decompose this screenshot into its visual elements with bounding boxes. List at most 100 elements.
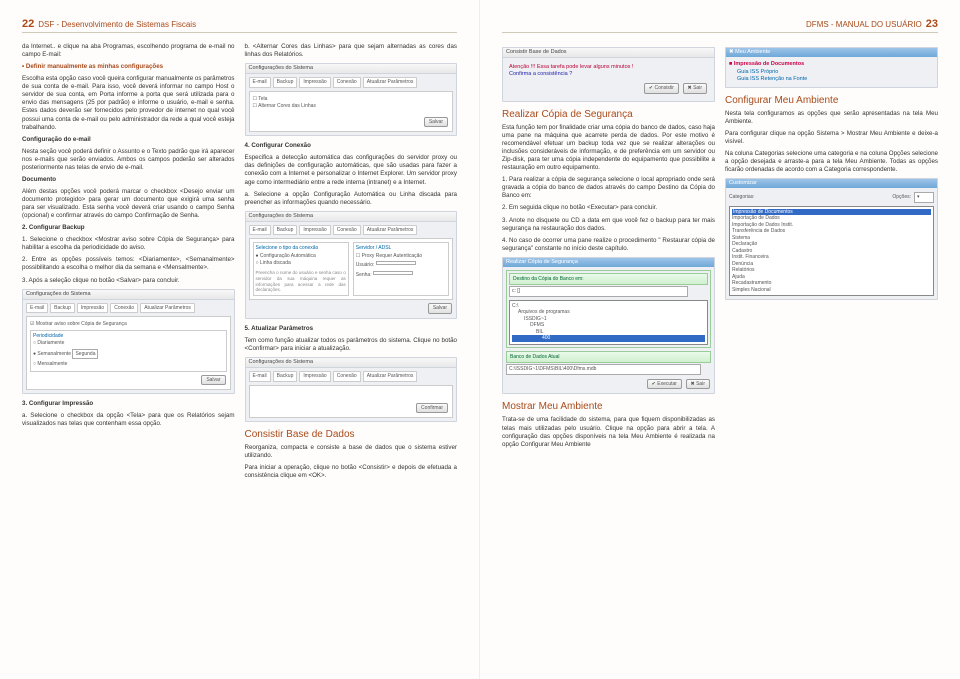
- header-right: DFMS - MANUAL DO USUÁRIO 23: [502, 18, 938, 33]
- tab[interactable]: Atualizar Parâmetros: [140, 303, 195, 314]
- checkbox-alt-colors[interactable]: Alternar Cores das Linhas: [253, 103, 450, 110]
- options-select[interactable]: ▾: [914, 192, 934, 203]
- password-input[interactable]: [373, 271, 413, 275]
- checkbox-screen[interactable]: Tela: [253, 96, 450, 103]
- label: Categorias:: [729, 194, 755, 201]
- figure-backup-copy-dialog: Realizar Cópia de Segurança Destino da C…: [502, 257, 715, 395]
- header-left: 22 DSF - Desenvolvimento de Sistemas Fis…: [22, 18, 457, 33]
- folder-item-selected[interactable]: 400: [512, 335, 705, 342]
- figure-backup-dialog: Configurações do Sistema E-mail Backup I…: [22, 289, 235, 395]
- tab[interactable]: E-mail: [26, 303, 48, 314]
- label: Senha:: [356, 272, 372, 278]
- radio-daily[interactable]: Diariamente: [33, 340, 224, 347]
- group-label: Periodicidade: [33, 333, 224, 340]
- group-label: Selecione o tipo da conexão: [256, 245, 346, 252]
- heading: Consistir Base de Dados: [245, 428, 458, 441]
- tab[interactable]: E-mail: [249, 225, 271, 236]
- tab[interactable]: Backup: [273, 371, 298, 382]
- body-text: Para configurar clique na opção Sistema …: [725, 130, 938, 146]
- heading: Realizar Cópia de Segurança: [502, 108, 715, 121]
- tab[interactable]: Backup: [50, 303, 75, 314]
- heading: Configurar Meu Ambiente: [725, 94, 938, 107]
- group-label: Banco de Dados Atual: [506, 351, 711, 364]
- body-text: 1. Selecione o checkbox <Mostrar aviso s…: [22, 236, 235, 252]
- weekday-select[interactable]: Segunda: [72, 349, 98, 360]
- body-text: Nesta seção você poderá definir o Assunt…: [22, 148, 235, 172]
- db-path-field: C:\ISSDIG~1\DFMS\BIL\400\Dfms.mdb: [506, 364, 701, 375]
- dialog-titlebar: Realizar Cópia de Segurança: [503, 258, 714, 267]
- body-text: Trata-se de uma facilidade do sistema, p…: [502, 416, 715, 448]
- body-text: 3. Anote no disquete ou CD a data em que…: [502, 217, 715, 233]
- checkbox-proxy-auth[interactable]: Proxy Requer Autenticação: [356, 253, 446, 260]
- tab[interactable]: E-mail: [249, 77, 271, 88]
- section-number: 3. Configurar Impressão: [22, 400, 235, 408]
- label: Usuário:: [356, 262, 375, 268]
- tab[interactable]: Impressão: [299, 77, 330, 88]
- checkbox-show-warning[interactable]: Mostrar aviso sobre Cópia de Segurança: [30, 321, 227, 328]
- tab[interactable]: Conexão: [333, 77, 361, 88]
- left-column-1: da Internet.. e clique na aba Programas,…: [22, 43, 235, 653]
- body-text: Para iniciar a operação, clique no botão…: [245, 464, 458, 480]
- body-text: Especifica a detecção automática das con…: [245, 154, 458, 186]
- tab[interactable]: Impressão: [299, 225, 330, 236]
- user-input[interactable]: [376, 261, 416, 265]
- exit-button[interactable]: ✖ Sair: [683, 83, 708, 94]
- body-text: a. Selecione o checkbox da opção <Tela> …: [22, 412, 235, 428]
- dialog-titlebar: Configurações do Sistema: [246, 64, 457, 74]
- body-text: 4. No caso de ocorrer uma pane realize o…: [502, 237, 715, 253]
- sub-heading: Configuração do e-mail: [22, 136, 235, 144]
- body-text: 3. Após a seleção clique no botão <Salva…: [22, 277, 235, 285]
- section-number: 4. Configurar Conexão: [245, 142, 458, 150]
- consist-button[interactable]: ✔ Consistir: [644, 83, 679, 94]
- figure-update-dialog: Configurações do Sistema E-mail Backup I…: [245, 357, 458, 422]
- list-item[interactable]: Simples Nacional: [732, 287, 931, 294]
- tab[interactable]: E-mail: [249, 371, 271, 382]
- dialog-titlebar: Configurações do Sistema: [246, 358, 457, 368]
- right-column-1: Consistir Base de Dados Atenção !!! Essa…: [502, 43, 715, 653]
- tab[interactable]: Conexão: [333, 225, 361, 236]
- tab[interactable]: Impressão: [77, 303, 108, 314]
- radio-auto-config[interactable]: Configuração Automática: [256, 253, 346, 260]
- execute-button[interactable]: ✔ Executar: [647, 379, 682, 390]
- body-text: Nesta tela configuramos as opções que se…: [725, 110, 938, 126]
- save-button[interactable]: Salvar: [424, 117, 448, 128]
- folder-tree[interactable]: C:\ Arquivos de programas ISSDIG~1 DFMS …: [509, 300, 708, 345]
- tab[interactable]: Atualizar Parâmetros: [363, 371, 418, 382]
- tab[interactable]: Atualizar Parâmetros: [363, 225, 418, 236]
- body-text: Esta função tem por finalidade criar uma…: [502, 124, 715, 172]
- radio-dialup[interactable]: Linha discada: [256, 260, 346, 267]
- figure-customize-dialog: Customizar Categorias: Opções: ▾ Impress…: [725, 178, 938, 300]
- page-number-right: 23: [926, 18, 938, 30]
- body-text: 2. Em seguida clique no botão <Executar>…: [502, 204, 715, 212]
- tab[interactable]: Conexão: [110, 303, 138, 314]
- exit-button[interactable]: ✖ Sair: [686, 379, 711, 390]
- figure-my-environment: ✖ Meu Ambiente ■ Impressão de Documentos…: [725, 47, 938, 88]
- confirm-button[interactable]: Confirmar: [416, 403, 448, 414]
- tab[interactable]: Backup: [273, 225, 298, 236]
- label: Opções:: [892, 194, 911, 201]
- body-text: 2. Entre as opções possíveis temos: <Dia…: [22, 256, 235, 272]
- save-button[interactable]: Salvar: [428, 303, 452, 314]
- section-number: 5. Atualizar Parâmetros: [245, 325, 458, 333]
- tab[interactable]: Atualizar Parâmetros: [363, 77, 418, 88]
- save-button[interactable]: Salvar: [201, 375, 225, 386]
- link-item[interactable]: Guia ISS Próprio: [729, 69, 934, 76]
- figure-connection-dialog: Configurações do Sistema E-mail Backup I…: [245, 211, 458, 319]
- help-note: Preencha o nome do usuário e senha caso …: [256, 270, 346, 293]
- figure-consist-dialog: Consistir Base de Dados Atenção !!! Essa…: [502, 47, 715, 102]
- bullet-title: • Definir manualmente as minhas configur…: [22, 63, 235, 71]
- group-label: Servidor / ADSL: [356, 245, 446, 252]
- tab[interactable]: Backup: [273, 77, 298, 88]
- categories-listbox[interactable]: Impressão de Documentos Importação de Da…: [729, 206, 934, 296]
- body-text: a. Selecione a opção Configuração Automá…: [245, 191, 458, 207]
- tab[interactable]: Impressão: [299, 371, 330, 382]
- body-text: Escolha esta opção caso você queira conf…: [22, 75, 235, 131]
- radio-monthly[interactable]: Mensalmente: [33, 361, 224, 368]
- left-column-2: b. <Alternar Cores das Linhas> para que …: [245, 43, 458, 653]
- link-item[interactable]: Guia ISS Retenção na Fonte: [729, 76, 934, 83]
- page-number-left: 22: [22, 18, 34, 30]
- tab[interactable]: Conexão: [333, 371, 361, 382]
- radio-weekly[interactable]: Semanalmente Segunda: [33, 348, 224, 361]
- header-title-right: DFMS - MANUAL DO USUÁRIO: [806, 20, 922, 29]
- drive-select[interactable]: c: []: [509, 286, 688, 297]
